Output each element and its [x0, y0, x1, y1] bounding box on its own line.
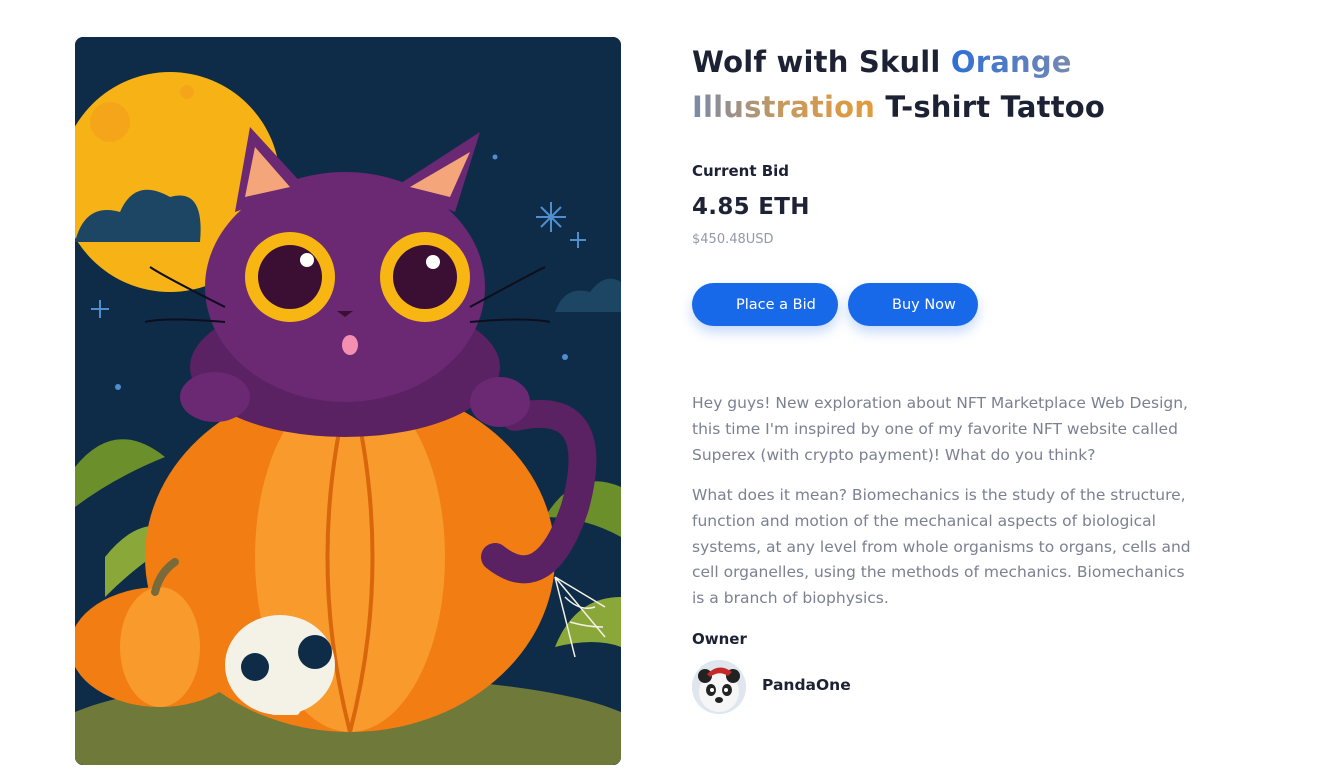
title-part1: Wolf with Skull: [692, 45, 941, 79]
artwork-illustration: [75, 37, 621, 765]
description-paragraph-1: Hey guys! New exploration about NFT Mark…: [692, 394, 1188, 464]
buy-now-button[interactable]: Buy Now: [848, 283, 978, 326]
owner-name[interactable]: PandaOne: [762, 676, 851, 694]
title-part2: T-shirt Tattoo: [885, 90, 1106, 124]
nft-artwork: [75, 37, 621, 765]
panda-avatar-icon[interactable]: [692, 660, 746, 714]
current-bid-label: Current Bid: [692, 162, 790, 180]
bid-usd-value: $450.48USD: [692, 232, 774, 247]
place-bid-button[interactable]: Place a Bid: [692, 283, 838, 326]
bid-price: 4.85 ETH: [692, 194, 810, 220]
owner-label: Owner: [692, 630, 747, 648]
nft-info-panel: Wolf with Skull Orange Illustration T-sh…: [692, 40, 1202, 714]
description-paragraph-2: What does it mean? Biomechanics is the s…: [692, 486, 1191, 608]
page-title: Wolf with Skull Orange Illustration T-sh…: [692, 40, 1202, 130]
